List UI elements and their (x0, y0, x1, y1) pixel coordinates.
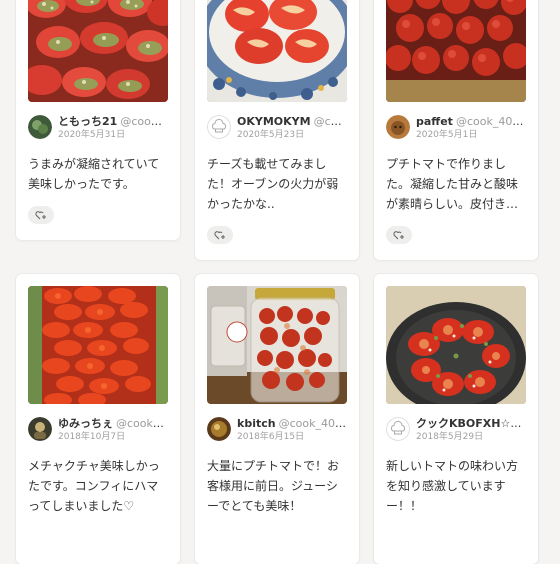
snap-card[interactable]: ゆみっちぇ@cook_4... 2018年10月7日 メチャクチャ美味しかったで… (16, 274, 180, 564)
user-name[interactable]: OKYMOKYM (237, 115, 311, 128)
like-button[interactable] (386, 226, 412, 244)
heart-plus-icon (35, 211, 46, 220)
avatar[interactable] (386, 115, 410, 139)
sliced-tomatoes-plate-image (386, 286, 526, 404)
user-name[interactable]: クックKBOFXH☆ (416, 417, 521, 430)
tomatoes-with-cheese-image (207, 0, 347, 102)
like-button[interactable] (28, 206, 54, 224)
comment-text: うまみが凝縮されていて美味しかったです。 (28, 157, 160, 191)
author-row[interactable]: paffet@cook_4016... 2020年5月1日 (386, 114, 526, 140)
user-id: @cook_4016... (455, 114, 526, 128)
post-date: 2020年5月23日 (237, 129, 305, 140)
comment-text: チーズも載せてみました！オーブンの火力が弱かったかな.. (207, 157, 339, 211)
avatar[interactable] (386, 417, 410, 441)
avatar[interactable] (207, 115, 231, 139)
post-date: 2018年10月7日 (58, 431, 126, 442)
snap-photo[interactable] (386, 286, 526, 404)
snap-card[interactable]: クックKBOFXH☆@... 2018年5月29日 新しいトマトの味わい方を知り… (374, 274, 538, 564)
avatar[interactable] (28, 115, 52, 139)
snap-card[interactable]: ともっち21 @cook_... 2020年5月31日 うまみが凝縮されていて美味… (16, 0, 180, 240)
author-row[interactable]: OKYMOKYM@cook... 2020年5月23日 (207, 114, 347, 140)
user-id: @cook_... (120, 114, 168, 128)
user-name[interactable]: ともっち21 (58, 115, 117, 128)
stuffed-tomatoes-image (28, 0, 168, 102)
user-id: @cook_4004... (278, 416, 347, 430)
post-date: 2020年5月1日 (416, 129, 478, 140)
post-date: 2020年5月31日 (58, 129, 126, 140)
author-row[interactable]: ゆみっちぇ@cook_4... 2018年10月7日 (28, 416, 168, 442)
default-chef-hat-icon (386, 417, 410, 441)
avatar[interactable] (28, 417, 52, 441)
author-row[interactable]: kbitch@cook_4004... 2018年6月15日 (207, 416, 347, 442)
user-name[interactable]: paffet (416, 115, 453, 128)
snap-card[interactable]: paffet@cook_4016... 2020年5月1日 プチトマトで作りまし… (374, 0, 538, 260)
user-name[interactable]: kbitch (237, 417, 276, 430)
snap-photo[interactable] (28, 286, 168, 404)
author-row[interactable]: クックKBOFXH☆@... 2018年5月29日 (386, 416, 526, 442)
tomatoes-in-jar-image (207, 286, 347, 404)
user-id: @cook... (313, 114, 347, 128)
avatar[interactable] (207, 417, 231, 441)
post-date: 2018年5月29日 (416, 431, 484, 442)
comment-text: 大量にプチトマトで！お客様用に前日。ジューシーでとても美味！ (207, 459, 340, 513)
roasted-cherry-tomatoes-image (386, 0, 526, 102)
comment-text: メチャクチャ美味しかったです。コンフィにハマってしまいました♡ (28, 459, 160, 513)
snap-photo[interactable] (28, 0, 168, 102)
comment-text: プチトマトで作りました。凝縮した甘みと酸味が素晴らしい。皮付き… (386, 157, 519, 211)
snap-photo[interactable] (207, 0, 347, 102)
author-row[interactable]: ともっち21 @cook_... 2020年5月31日 (28, 114, 168, 140)
snap-card[interactable]: OKYMOKYM@cook... 2020年5月23日 チーズも載せてみました！… (195, 0, 359, 260)
default-chef-hat-icon (207, 115, 231, 139)
user-id: @cook_4... (116, 416, 168, 430)
comment-text: 新しいトマトの味わい方を知り感激していますー！！ (386, 459, 519, 513)
snap-photo[interactable] (207, 286, 347, 404)
snap-photo[interactable] (386, 0, 526, 102)
heart-plus-icon (214, 231, 225, 240)
snap-card[interactable]: kbitch@cook_4004... 2018年6月15日 大量にプチトマトで… (195, 274, 359, 564)
user-name[interactable]: ゆみっちぇ (58, 417, 113, 430)
heart-plus-icon (393, 231, 404, 240)
tomato-slices-tray-image (28, 286, 168, 404)
like-button[interactable] (207, 226, 233, 244)
post-date: 2018年6月15日 (237, 431, 305, 442)
